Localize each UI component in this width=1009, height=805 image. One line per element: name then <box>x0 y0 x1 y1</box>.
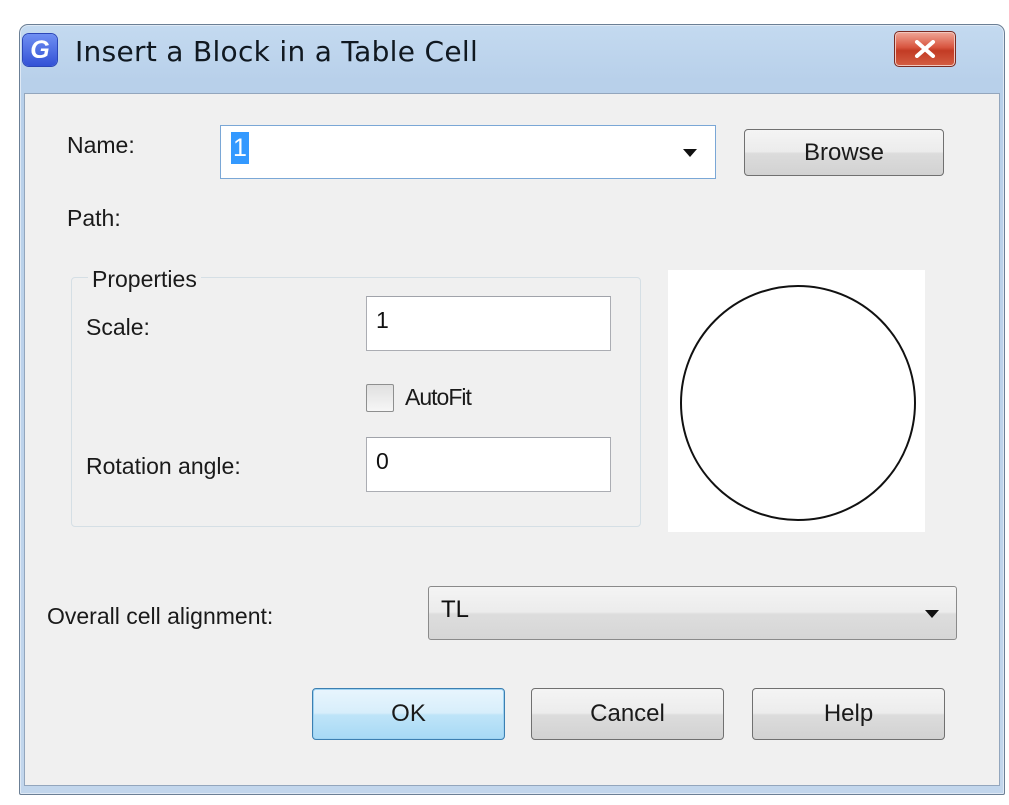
rotation-angle-label: Rotation angle: <box>86 453 241 479</box>
cancel-button[interactable]: Cancel <box>531 688 724 740</box>
path-label: Path: <box>67 205 121 231</box>
name-combobox[interactable]: 1 <box>220 125 716 179</box>
block-preview <box>668 270 925 532</box>
ok-button[interactable]: OK <box>312 688 505 740</box>
cell-alignment-dropdown[interactable]: TL <box>428 586 957 640</box>
chevron-down-icon <box>925 610 939 618</box>
properties-group-title: Properties <box>88 265 201 293</box>
name-label: Name: <box>67 132 135 158</box>
dialog-title: Insert a Block in a Table Cell <box>75 35 479 68</box>
close-icon <box>915 40 935 58</box>
app-logo-icon: G <box>23 34 57 66</box>
app-logo-letter: G <box>30 36 50 64</box>
circle-preview-icon <box>680 285 916 521</box>
autofit-checkbox[interactable] <box>366 384 394 412</box>
autofit-label: AutoFit <box>405 384 472 410</box>
name-value: 1 <box>231 132 249 164</box>
close-button[interactable] <box>894 31 956 67</box>
help-button[interactable]: Help <box>752 688 945 740</box>
rotation-angle-input[interactable]: 0 <box>366 437 611 492</box>
cell-alignment-label: Overall cell alignment: <box>47 603 274 629</box>
scale-input[interactable]: 1 <box>366 296 611 351</box>
scale-value: 1 <box>376 307 389 333</box>
cell-alignment-value: TL <box>441 596 470 623</box>
rotation-angle-value: 0 <box>376 448 389 474</box>
browse-button[interactable]: Browse <box>744 129 944 176</box>
chevron-down-icon <box>683 149 697 157</box>
scale-label: Scale: <box>86 314 150 340</box>
